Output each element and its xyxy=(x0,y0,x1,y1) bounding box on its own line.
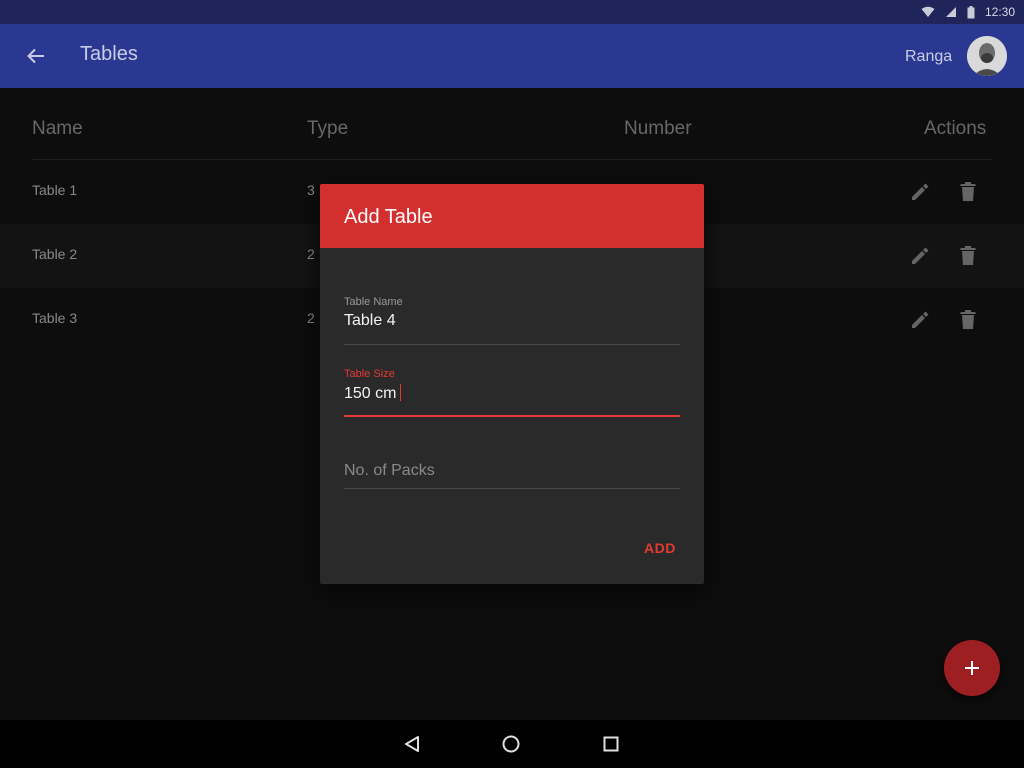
signal-icon xyxy=(945,7,956,17)
dialog-header: Add Table xyxy=(320,184,704,248)
table-name-label: Table Name xyxy=(344,296,403,308)
battery-icon xyxy=(967,5,975,18)
app-bar: Tables Ranga xyxy=(0,24,1024,88)
user-name[interactable]: Ranga xyxy=(905,48,952,66)
status-time: 12:30 xyxy=(984,5,1015,19)
back-triangle-icon xyxy=(405,736,419,752)
table-size-value: 150 cm xyxy=(344,385,397,402)
packs-field[interactable]: No. of Packs xyxy=(344,462,680,492)
recents-square-icon xyxy=(603,736,619,752)
text-caret xyxy=(400,384,402,401)
packs-underline xyxy=(344,488,680,489)
status-bar: 12:30 xyxy=(0,0,1024,24)
avatar[interactable] xyxy=(967,36,1007,76)
plus-icon xyxy=(965,661,979,675)
home-circle-icon xyxy=(502,735,520,753)
table-size-underline xyxy=(344,415,680,417)
nav-recents-button[interactable] xyxy=(599,732,623,756)
page-title: Tables xyxy=(80,43,138,65)
table-name-input[interactable]: Table 4 xyxy=(344,312,396,330)
table-size-label: Table Size xyxy=(344,368,395,380)
table-size-field[interactable]: Table Size 150 cm xyxy=(344,368,680,418)
add-table-dialog: Add Table Table Name Table 4 Table Size … xyxy=(320,184,704,584)
back-button[interactable] xyxy=(20,40,52,72)
arrow-back-icon xyxy=(27,48,44,64)
table-name-field[interactable]: Table Name Table 4 xyxy=(344,296,680,346)
nav-home-button[interactable] xyxy=(499,732,523,756)
packs-input[interactable]: No. of Packs xyxy=(344,462,435,480)
table-name-underline xyxy=(344,344,680,345)
wifi-icon xyxy=(921,6,935,17)
add-button[interactable]: ADD xyxy=(644,540,676,556)
user-avatar-icon xyxy=(967,36,1007,76)
add-table-fab[interactable] xyxy=(944,640,1000,696)
table-size-input[interactable]: 150 cm xyxy=(344,384,402,403)
nav-back-button[interactable] xyxy=(400,732,424,756)
navigation-bar xyxy=(0,720,1024,768)
dialog-title: Add Table xyxy=(344,206,433,228)
